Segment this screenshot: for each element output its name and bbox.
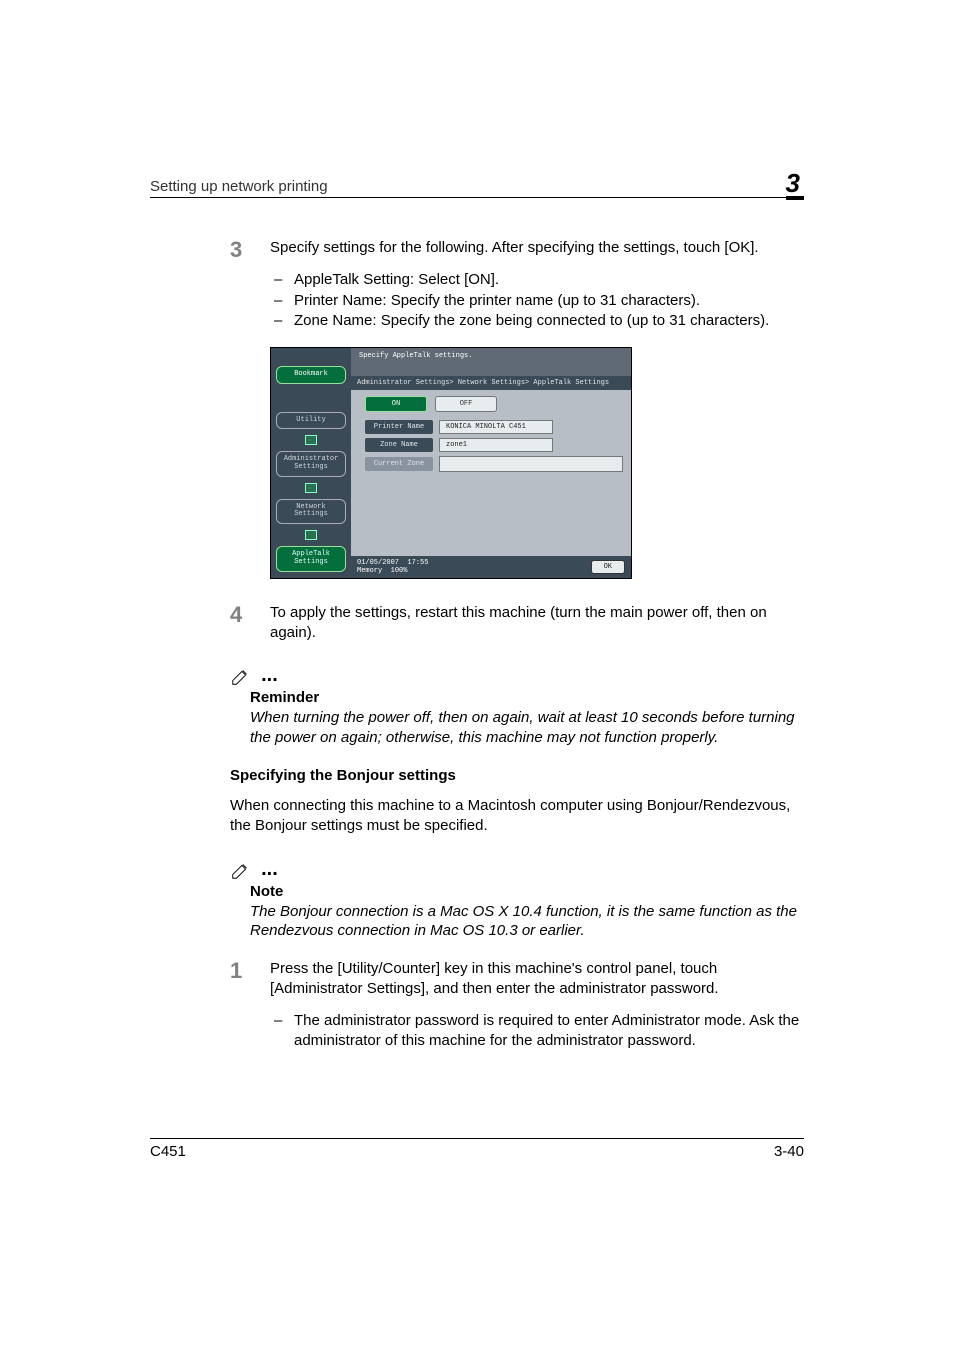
reminder-label: Reminder xyxy=(250,689,804,706)
ok-button[interactable]: OK xyxy=(591,560,625,574)
footer-model: C451 xyxy=(150,1143,186,1160)
step-text: Specify settings for the following. Afte… xyxy=(270,238,769,258)
reminder-block: ... Reminder When turning the power off,… xyxy=(230,661,804,747)
footer-page: 3-40 xyxy=(774,1143,804,1160)
step-text: To apply the settings, restart this mach… xyxy=(270,603,804,644)
current-zone-label: Current Zone xyxy=(365,457,433,471)
printer-name-field[interactable]: KONICA MINOLTA C451 xyxy=(439,420,553,434)
status-bar: 01/05/2007 17:55 Memory 100% xyxy=(357,559,428,575)
sidebar-item-appletalk[interactable]: AppleTalk Settings xyxy=(276,546,346,571)
panel-sidebar: Bookmark Utility Administrator Settings … xyxy=(271,348,351,578)
page-footer: C451 3-40 xyxy=(150,1138,804,1160)
bookmark-button[interactable]: Bookmark xyxy=(276,366,346,384)
breadcrumb: Administrator Settings> Network Settings… xyxy=(351,376,631,390)
list-item: –The administrator password is required … xyxy=(270,1011,804,1052)
sidebar-item-utility[interactable]: Utility xyxy=(276,412,346,430)
step-number: 4 xyxy=(230,603,270,644)
step-4: 4 To apply the settings, restart this ma… xyxy=(230,603,804,644)
step-text: Press the [Utility/Counter] key in this … xyxy=(270,959,804,1000)
settings-panel-screenshot: Bookmark Utility Administrator Settings … xyxy=(270,347,804,579)
step-1: 1 Press the [Utility/Counter] key in thi… xyxy=(230,959,804,1052)
step-number: 3 xyxy=(230,238,270,331)
chevron-down-icon xyxy=(305,483,317,493)
reminder-body: When turning the power off, then on agai… xyxy=(250,708,804,747)
list-item: –Zone Name: Specify the zone being conne… xyxy=(270,311,769,331)
zone-name-label: Zone Name xyxy=(365,438,433,452)
sidebar-item-network[interactable]: Network Settings xyxy=(276,499,346,524)
current-zone-field xyxy=(439,456,623,472)
note-block: ... Note The Bonjour connection is a Mac… xyxy=(230,855,804,941)
toggle-off[interactable]: OFF xyxy=(435,396,497,412)
chapter-number: 3 xyxy=(786,170,804,200)
header-title: Setting up network printing xyxy=(150,178,328,195)
panel-title: Specify AppleTalk settings. xyxy=(351,348,631,364)
step-3: 3 Specify settings for the following. Af… xyxy=(230,238,804,331)
section-title: Specifying the Bonjour settings xyxy=(230,767,804,784)
list-item: –AppleTalk Setting: Select [ON]. xyxy=(270,270,769,290)
list-item: –Printer Name: Specify the printer name … xyxy=(270,291,769,311)
step-number: 1 xyxy=(230,959,270,1052)
toggle-on[interactable]: ON xyxy=(365,396,427,412)
chevron-down-icon xyxy=(305,530,317,540)
note-label: Note xyxy=(250,883,804,900)
chevron-down-icon xyxy=(305,435,317,445)
note-body: The Bonjour connection is a Mac OS X 10.… xyxy=(250,902,804,941)
page-header: Setting up network printing 3 xyxy=(150,170,804,198)
sidebar-item-admin[interactable]: Administrator Settings xyxy=(276,451,346,476)
pencil-icon: ... xyxy=(230,855,278,880)
paragraph: When connecting this machine to a Macint… xyxy=(230,796,804,837)
printer-name-label: Printer Name xyxy=(365,420,433,434)
zone-name-field[interactable]: zone1 xyxy=(439,438,553,452)
pencil-icon: ... xyxy=(230,661,278,686)
